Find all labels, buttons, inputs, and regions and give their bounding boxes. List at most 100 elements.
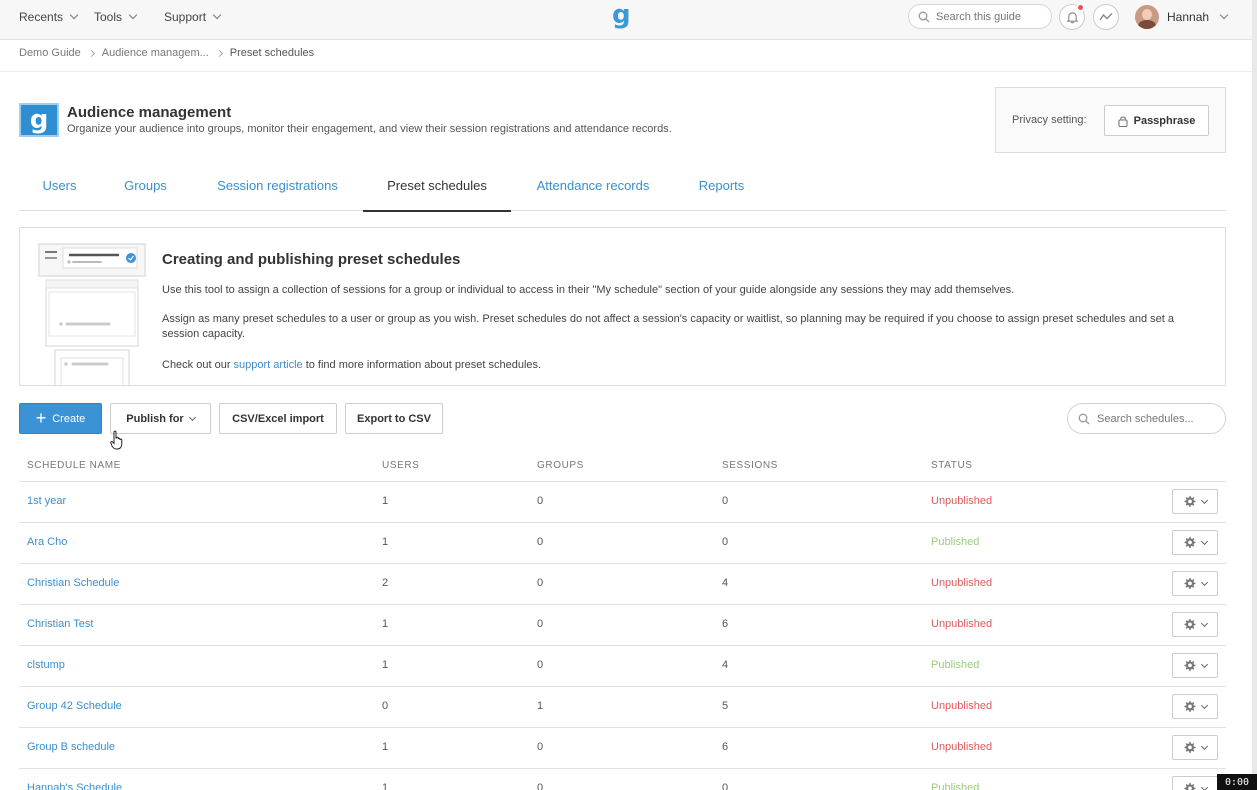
- row-actions-button[interactable]: [1172, 571, 1218, 596]
- row-actions-button[interactable]: [1172, 612, 1218, 637]
- chevron-down-icon: [1219, 10, 1229, 20]
- create-button[interactable]: + Create: [19, 403, 102, 434]
- row-actions-button[interactable]: [1172, 694, 1218, 719]
- col-sessions[interactable]: SESSIONS: [722, 460, 778, 471]
- tab-attendance-records[interactable]: Attendance records: [519, 160, 667, 211]
- table-row: Group 42 Schedule 0 1 5 Unpublished: [19, 686, 1226, 727]
- sessions-count: 6: [722, 618, 729, 630]
- tab-session-registrations[interactable]: Session registrations: [199, 160, 356, 211]
- guide-search-input[interactable]: [936, 10, 1046, 23]
- status-badge: Published: [931, 782, 980, 790]
- schedule-name-link[interactable]: clstump: [27, 659, 65, 671]
- col-schedule-name[interactable]: SCHEDULE NAME: [27, 460, 121, 471]
- schedule-name-link[interactable]: Hannah's Schedule: [27, 782, 122, 790]
- breadcrumb-audience[interactable]: Audience managem...: [102, 47, 209, 59]
- privacy-setting-panel: Privacy setting: Passphrase: [995, 87, 1226, 153]
- chevron-down-icon: [1200, 496, 1209, 504]
- notification-dot: [1076, 3, 1085, 12]
- divider: [0, 71, 1252, 72]
- schedule-name-link[interactable]: 1st year: [27, 495, 66, 507]
- sessions-count: 0: [722, 495, 729, 507]
- tools-menu[interactable]: Tools: [94, 0, 138, 33]
- schedule-search-input[interactable]: [1097, 412, 1217, 425]
- users-count: 1: [382, 741, 389, 753]
- tab-groups[interactable]: Groups: [102, 160, 189, 211]
- table-row: Group B schedule 1 0 6 Unpublished: [19, 727, 1226, 768]
- sessions-count: 4: [722, 577, 729, 589]
- guide-search[interactable]: [908, 4, 1052, 29]
- sessions-count: 0: [722, 782, 729, 790]
- guidebook-logo[interactable]: g: [612, 2, 631, 28]
- tab-reports[interactable]: Reports: [679, 160, 764, 211]
- users-count: 1: [382, 659, 389, 671]
- col-status[interactable]: STATUS: [931, 460, 973, 471]
- csv-import-button[interactable]: CSV/Excel import: [219, 403, 337, 434]
- chevron-down-icon: [1200, 578, 1209, 586]
- table-row: Hannah's Schedule 1 0 0 Published: [19, 768, 1226, 790]
- scrollbar[interactable]: [1252, 0, 1257, 790]
- user-menu[interactable]: Hannah: [1135, 4, 1229, 30]
- chevron-right-icon: [215, 49, 223, 57]
- chevron-down-icon: [1200, 537, 1209, 545]
- tools-label: Tools: [94, 9, 123, 24]
- groups-count: 0: [537, 741, 544, 753]
- status-badge: Unpublished: [931, 618, 993, 630]
- row-actions-button[interactable]: [1172, 735, 1218, 760]
- sessions-count: 0: [722, 536, 729, 548]
- row-actions-button[interactable]: [1172, 653, 1218, 678]
- col-users[interactable]: USERS: [382, 460, 419, 471]
- chevron-right-icon: [87, 49, 95, 57]
- publish-for-button[interactable]: Publish for: [110, 403, 211, 434]
- table-row: Christian Test 1 0 6 Unpublished: [19, 604, 1226, 645]
- search-icon: [918, 11, 930, 22]
- schedule-name-link[interactable]: Group 42 Schedule: [27, 700, 122, 712]
- tab-users[interactable]: Users: [19, 160, 100, 211]
- schedule-name-link[interactable]: Christian Schedule: [27, 577, 119, 589]
- notifications-button[interactable]: [1059, 3, 1085, 30]
- table-row: clstump 1 0 4 Published: [19, 645, 1226, 686]
- col-groups[interactable]: GROUPS: [537, 460, 584, 471]
- gear-icon: [1184, 700, 1196, 713]
- activity-button[interactable]: [1093, 4, 1119, 30]
- gear-icon: [1184, 659, 1196, 672]
- row-actions-button[interactable]: [1172, 489, 1218, 514]
- status-badge: Published: [931, 659, 980, 671]
- gear-icon: [1184, 782, 1196, 790]
- schedule-name-link[interactable]: Christian Test: [27, 618, 93, 630]
- groups-count: 0: [537, 782, 544, 790]
- avatar: [1135, 5, 1159, 29]
- info-paragraph-2: Assign as many preset schedules to a use…: [162, 313, 1175, 340]
- schedule-search[interactable]: [1067, 403, 1226, 434]
- users-count: 1: [382, 618, 389, 630]
- recents-menu[interactable]: Recents: [19, 0, 79, 33]
- recents-label: Recents: [19, 9, 64, 24]
- passphrase-button[interactable]: Passphrase: [1104, 105, 1209, 136]
- tab-preset-schedules[interactable]: Preset schedules: [363, 160, 511, 212]
- row-actions-button[interactable]: [1172, 776, 1218, 790]
- groups-count: 0: [537, 659, 544, 671]
- chevron-down-icon: [1200, 619, 1209, 627]
- status-badge: Unpublished: [931, 577, 993, 589]
- breadcrumb: Demo Guide Audience managem... Preset sc…: [19, 47, 314, 59]
- chevron-down-icon: [1200, 660, 1209, 668]
- search-icon: [1078, 413, 1090, 424]
- chevron-down-icon: [1200, 701, 1209, 709]
- chevron-down-icon: [1200, 783, 1209, 790]
- row-actions-button[interactable]: [1172, 530, 1218, 555]
- info-panel: Creating and publishing preset schedules…: [19, 227, 1226, 386]
- support-label: Support: [164, 9, 207, 24]
- export-csv-button[interactable]: Export to CSV: [345, 403, 443, 434]
- groups-count: 0: [537, 495, 544, 507]
- schedule-illustration: [38, 243, 146, 385]
- audience-app-icon: g: [19, 103, 59, 137]
- passphrase-label: Passphrase: [1133, 114, 1196, 127]
- support-menu[interactable]: Support: [164, 0, 222, 33]
- info-text: Check out our: [162, 359, 234, 371]
- schedule-name-link[interactable]: Ara Cho: [27, 536, 67, 548]
- groups-count: 1: [537, 700, 544, 712]
- breadcrumb-demo-guide[interactable]: Demo Guide: [19, 47, 81, 59]
- info-paragraph-1: Use this tool to assign a collection of …: [162, 284, 1015, 296]
- support-article-link[interactable]: support article: [234, 359, 303, 371]
- chevron-down-icon: [69, 10, 79, 19]
- schedule-name-link[interactable]: Group B schedule: [27, 741, 115, 753]
